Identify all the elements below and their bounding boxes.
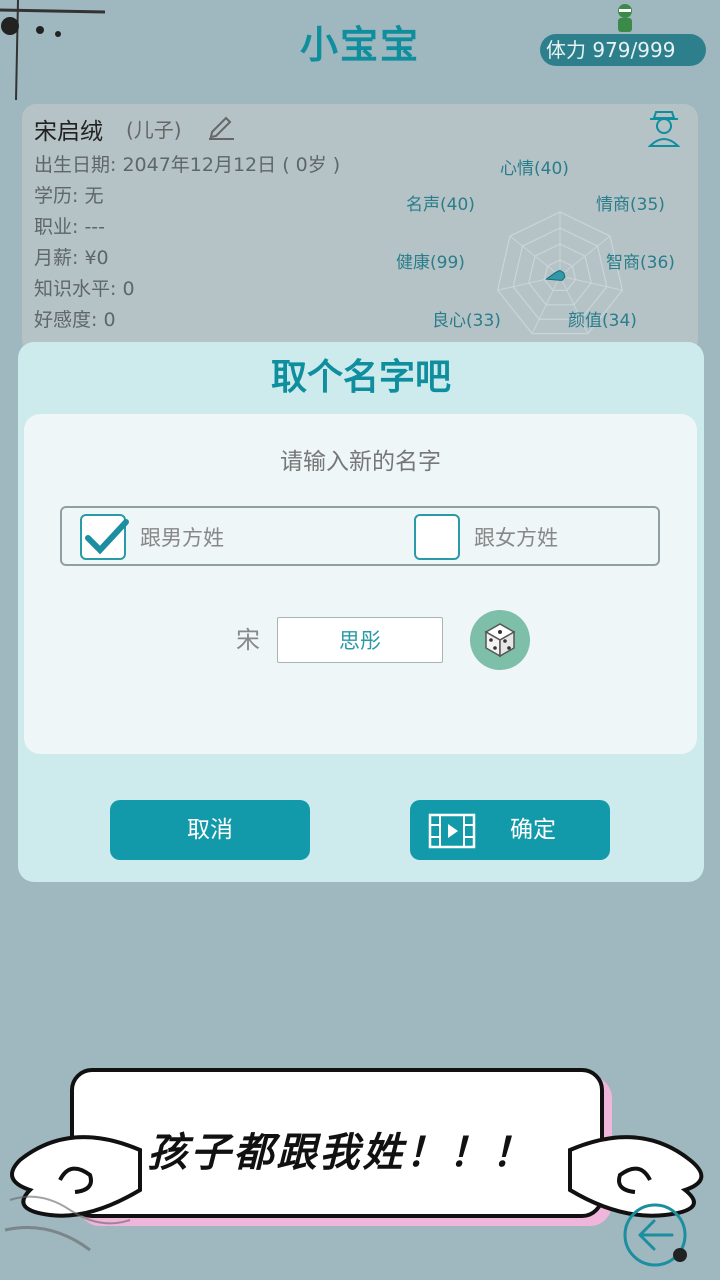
stat-iq-label: 智商(36): [606, 253, 675, 273]
stat-conscience-label: 良心(33): [432, 311, 501, 331]
birth-info: 出生日期: 2047年12月12日 ( 0岁 ): [34, 154, 341, 176]
salary-info: 月薪: ¥0: [34, 247, 109, 269]
dialog-content: 请输入新的名字 跟男方姓 跟女方姓 宋: [24, 414, 697, 754]
stamina-value: 979/999: [592, 38, 676, 62]
dice-icon: [484, 623, 516, 658]
stamina-indicator: 体力 979/999: [540, 34, 706, 66]
stat-fame-label: 名声(40): [406, 195, 475, 215]
mother-surname-checkbox[interactable]: [414, 514, 460, 560]
knowledge-info: 知识水平: 0: [34, 278, 135, 300]
back-arrow-icon[interactable]: [620, 1200, 690, 1270]
child-relation: (儿子): [126, 118, 182, 142]
stat-eq-label: 情商(35): [596, 195, 665, 215]
character-icon: [618, 4, 632, 32]
check-icon: [85, 519, 129, 555]
cancel-button[interactable]: 取消: [110, 800, 310, 860]
surname-text: 宋: [236, 626, 260, 654]
confirm-label: 确定: [510, 817, 556, 843]
stat-mood-label: 心情(40): [500, 159, 569, 179]
dialog-title: 取个名字吧: [270, 357, 451, 398]
ink-splash-decoration: [4, 1195, 131, 1252]
profile-card: 宋启绒 (儿子) 出生日期: 2047年12月12日 ( 0岁 ) 学历: 无 …: [22, 104, 698, 354]
bubble-text: 孩子都跟我姓！！！: [147, 1130, 535, 1176]
edit-icon[interactable]: [206, 110, 236, 140]
education-info: 学历: 无: [34, 185, 104, 207]
child-name: 宋启绒: [34, 119, 103, 145]
stat-health-label: 健康(99): [396, 253, 465, 273]
name-prompt: 请输入新的名字: [280, 449, 441, 475]
stat-looks-label: 颜值(34): [568, 311, 637, 331]
person-icon[interactable]: [646, 108, 682, 148]
job-info: 职业: ---: [34, 216, 106, 238]
stamina-label: 体力: [546, 38, 586, 62]
father-surname-checkbox[interactable]: [80, 514, 129, 560]
bubble-box: 孩子都跟我姓！！！: [70, 1068, 604, 1218]
surname-options: 跟男方姓 跟女方姓: [60, 506, 660, 566]
father-surname-label[interactable]: 跟男方姓: [140, 522, 224, 552]
confirm-button[interactable]: 确定: [410, 800, 610, 860]
random-name-button[interactable]: [470, 610, 530, 670]
given-name-input[interactable]: [277, 617, 443, 663]
film-icon: [428, 813, 476, 849]
naming-dialog: 取个名字吧 请输入新的名字 跟男方姓 跟女方姓 宋 思彤 取消 确定: [18, 342, 704, 882]
stats-radar-chart: 心情(40) 情商(35) 智商(36) 颜值(34) 良心(33) 健康(99…: [382, 144, 692, 354]
mother-surname-label[interactable]: 跟女方姓: [474, 522, 558, 552]
radar-value-shape: [545, 269, 566, 281]
affection-info: 好感度: 0: [34, 309, 116, 331]
